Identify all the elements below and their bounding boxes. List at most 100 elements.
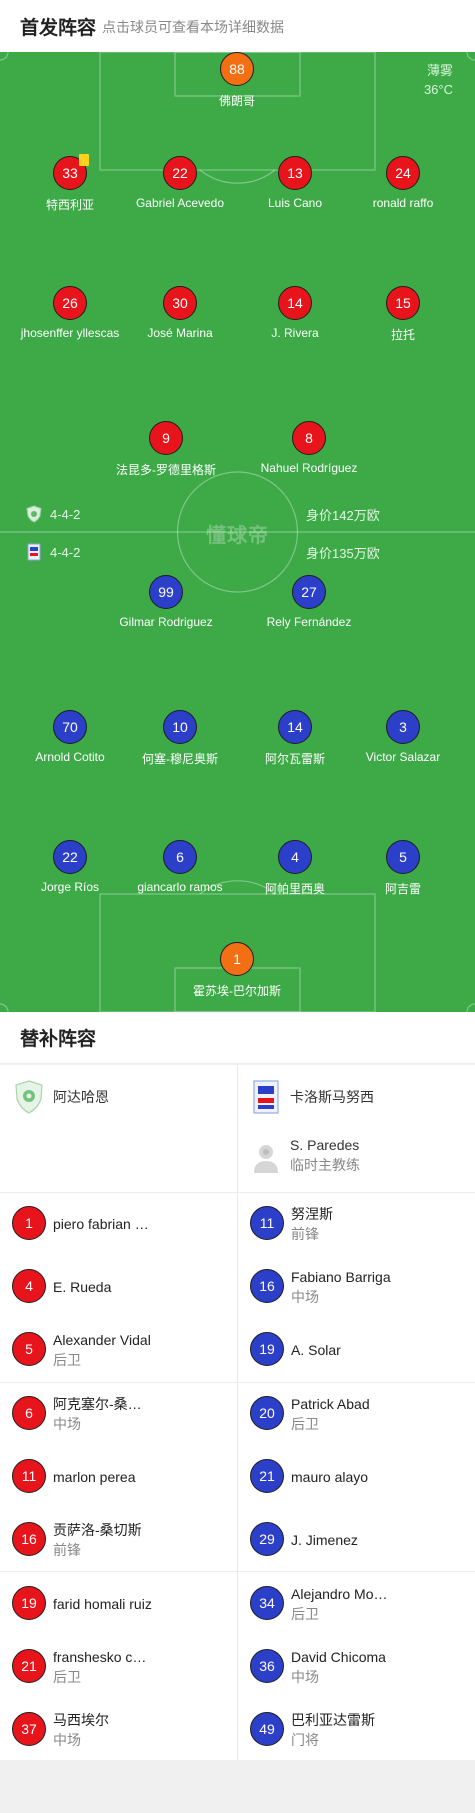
player-position: 中场: [53, 1732, 81, 1748]
player-name: farid homali ruiz: [53, 1596, 152, 1612]
substitute-player[interactable]: 4 E. Rueda: [0, 1257, 220, 1317]
substitute-player[interactable]: 21 franshesko c… 后卫: [0, 1637, 220, 1697]
player-name: ronald raffo: [372, 196, 434, 210]
lineup-header: 首发阵容 点击球员可查看本场详细数据: [0, 0, 475, 52]
player-number-badge: 10: [163, 710, 197, 744]
away-midfielder[interactable]: 10 何塞-穆尼奥斯: [120, 710, 240, 767]
player-number-badge: 30: [163, 286, 197, 320]
substitute-player[interactable]: 20 Patrick Abad 后卫: [238, 1384, 458, 1444]
away-goalkeeper[interactable]: 1 霍苏埃-巴尔加斯: [177, 942, 297, 999]
player-position: 后卫: [53, 1352, 81, 1368]
player-name: Rely Fernández: [266, 615, 352, 629]
yellow-card-icon: [79, 154, 89, 166]
subs-list: 阿达哈恩 卡洛斯马努西 S. Paredes 临时主教练 1 piero fabr…: [0, 1065, 475, 1760]
away-defender[interactable]: 22 Jorge Ríos: [10, 840, 130, 894]
player-number-badge: 8: [292, 421, 326, 455]
substitute-player[interactable]: 34 Alejandro Mo… 后卫: [238, 1574, 458, 1634]
away-midfielder[interactable]: 70 Arnold Cotito: [10, 710, 130, 764]
home-defender[interactable]: 22 Gabriel Acevedo: [120, 156, 240, 210]
player-name: 阿吉雷: [384, 882, 421, 896]
substitute-player[interactable]: 6 阿克塞尔-桑… 中场: [0, 1384, 220, 1444]
player-number-badge: 4: [278, 840, 312, 874]
coach-avatar-icon: [254, 1145, 278, 1173]
player-number-badge: 11: [250, 1206, 284, 1240]
substitute-player[interactable]: 19 A. Solar: [238, 1320, 458, 1380]
home-midfielder[interactable]: 14 J. Rivera: [235, 286, 355, 340]
player-number-badge: 88: [220, 52, 254, 86]
substitute-player[interactable]: 19 farid homali ruiz: [0, 1574, 220, 1634]
player-number-badge: 21: [250, 1459, 284, 1493]
player-number-badge: 99: [149, 575, 183, 609]
weather-condition: 薄雾: [426, 63, 453, 78]
substitute-player[interactable]: 16 贡萨洛-桑切斯 前锋: [0, 1510, 220, 1570]
home-midfielder[interactable]: 15 拉托: [343, 286, 463, 343]
home-midfielder[interactable]: 30 José Marina: [120, 286, 240, 340]
substitute-player[interactable]: 16 Fabiano Barriga 中场: [238, 1257, 458, 1317]
home-defender[interactable]: 33 特西利亚: [10, 154, 130, 213]
home-defender[interactable]: 13 Luis Cano: [235, 156, 355, 210]
away-defender[interactable]: 4 阿帕里西奥: [235, 840, 355, 897]
player-position: 后卫: [291, 1606, 319, 1622]
player-name: Victor Salazar: [365, 750, 441, 764]
home-forward[interactable]: 8 Nahuel Rodríguez: [249, 421, 369, 475]
player-position: 前锋: [53, 1542, 81, 1558]
player-number-badge: 14: [278, 710, 312, 744]
section-divider: [0, 1382, 475, 1383]
player-position: 中场: [53, 1416, 81, 1432]
substitute-player[interactable]: 21 mauro alayo: [238, 1447, 458, 1507]
home-defender[interactable]: 24 ronald raffo: [343, 156, 463, 210]
player-name: Alejandro Mo…: [291, 1586, 388, 1602]
home-team-badge-icon: [15, 1080, 43, 1114]
player-number-badge: 36: [250, 1649, 284, 1683]
home-forward[interactable]: 9 法昆多-罗德里格斯: [106, 421, 226, 478]
substitute-player[interactable]: 36 David Chicoma 中场: [238, 1637, 458, 1697]
substitute-player[interactable]: 37 马西埃尔 中场: [0, 1700, 220, 1760]
player-number-badge: 5: [12, 1332, 46, 1366]
away-market-value: 身价135万欧: [306, 546, 380, 561]
player-name: David Chicoma: [291, 1649, 386, 1665]
home-team-row[interactable]: 阿达哈恩: [14, 1080, 109, 1114]
player-position: 后卫: [53, 1669, 81, 1685]
player-number-badge: 16: [12, 1522, 46, 1556]
away-team-row[interactable]: 卡洛斯马努西: [252, 1080, 374, 1114]
away-forward[interactable]: 27 Rely Fernández: [249, 575, 369, 629]
substitute-player[interactable]: 5 Alexander Vidal 后卫: [0, 1320, 220, 1380]
lineup-page: 首发阵容 点击球员可查看本场详细数据 薄雾 36°C 懂球帝 88 佛朗哥 33…: [0, 0, 475, 1813]
player-name: 拉托: [390, 328, 415, 342]
substitute-player[interactable]: 1 piero fabrian …: [0, 1194, 220, 1254]
away-defender[interactable]: 6 giancarlo ramos: [120, 840, 240, 894]
player-name: Gabriel Acevedo: [135, 196, 225, 210]
player-name: 阿帕里西奥: [264, 882, 325, 896]
player-number-badge: 26: [53, 286, 87, 320]
player-number-badge: 3: [386, 710, 420, 744]
player-number-badge: 70: [53, 710, 87, 744]
player-number-badge: 37: [12, 1712, 46, 1746]
player-number-badge: 14: [278, 286, 312, 320]
player-name: J. Rivera: [271, 326, 319, 340]
player-number-badge: 6: [163, 840, 197, 874]
substitute-player[interactable]: 49 巴利亚达雷斯 门将: [238, 1700, 458, 1760]
player-number-badge: 13: [278, 156, 312, 190]
away-forward[interactable]: 99 Gilmar Rodriguez: [106, 575, 226, 629]
away-midfielder[interactable]: 14 阿尔瓦雷斯: [235, 710, 355, 767]
player-number-badge: 22: [53, 840, 87, 874]
player-number-badge: 5: [386, 840, 420, 874]
away-defender[interactable]: 5 阿吉雷: [343, 840, 463, 897]
player-position: 门将: [291, 1732, 319, 1748]
player-name: A. Solar: [291, 1342, 341, 1358]
player-number-badge: 33: [53, 154, 89, 190]
away-midfielder[interactable]: 3 Victor Salazar: [343, 710, 463, 764]
player-name: Luis Cano: [267, 196, 323, 210]
player-number-badge: 16: [250, 1269, 284, 1303]
substitute-player[interactable]: 11 marlon perea: [0, 1447, 220, 1507]
player-name: 阿克塞尔-桑…: [53, 1396, 142, 1412]
substitute-player[interactable]: 11 努涅斯 前锋: [238, 1194, 458, 1254]
home-midfielder[interactable]: 26 jhosenffer yllescas: [10, 286, 130, 340]
away-coach-row[interactable]: S. Paredes 临时主教练: [252, 1135, 360, 1175]
home-goalkeeper[interactable]: 88 佛朗哥: [177, 52, 297, 109]
home-team-badge-icon: [26, 505, 42, 523]
player-name: Alexander Vidal: [53, 1332, 151, 1348]
player-name: Arnold Cotito: [35, 750, 105, 764]
substitute-player[interactable]: 29 J. Jimenez: [238, 1510, 458, 1570]
player-number-badge: 24: [386, 156, 420, 190]
